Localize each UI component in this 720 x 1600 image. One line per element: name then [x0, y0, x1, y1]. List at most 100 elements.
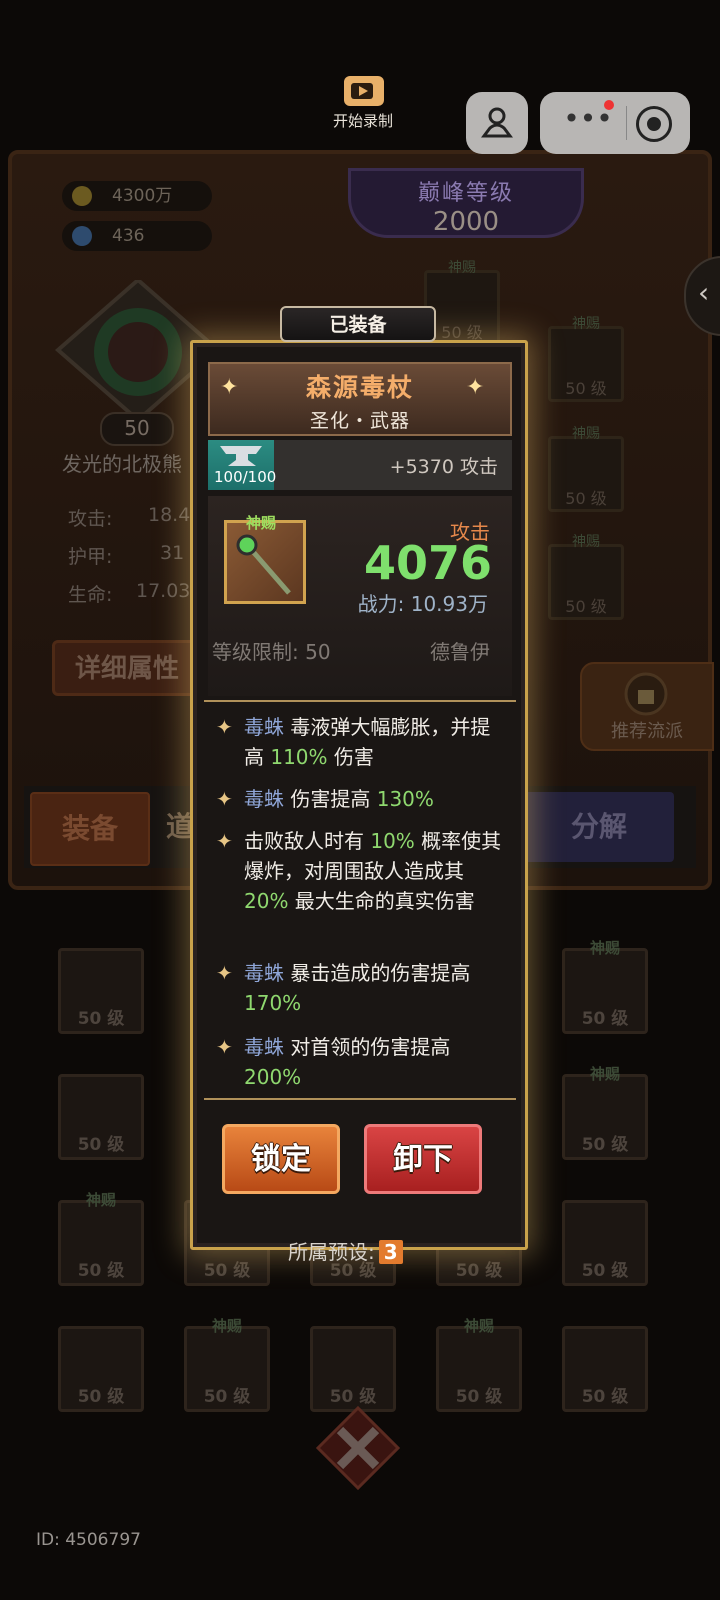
effect-text: 最大生命的真实伤害	[288, 889, 475, 913]
joystick-icon	[481, 107, 513, 138]
slot-god-tag: 神赐	[85, 1191, 116, 1209]
equip-slot[interactable]: 50 级	[562, 1200, 648, 1286]
effect-text: 伤害	[327, 745, 374, 769]
slot-level: 50 级	[581, 1387, 629, 1407]
gold-counter: 4300万	[62, 181, 212, 211]
diamond-bullet-icon: ✦	[216, 787, 233, 811]
gem-counter: 436	[62, 221, 212, 251]
close-icon[interactable]	[316, 1406, 400, 1490]
diamond-bullet-icon: ✦	[216, 715, 233, 739]
tab-equip[interactable]: 装备	[30, 792, 150, 866]
slot-level: 50 级	[77, 1009, 125, 1029]
slot-level: 50 级	[203, 1261, 251, 1281]
lock-button[interactable]: 锁定	[222, 1124, 340, 1194]
slot-god-tag: 神赐	[211, 1317, 242, 1335]
effect-keyword: 毒蛛	[244, 715, 284, 739]
equip-slot[interactable]: 50 级	[562, 1326, 648, 1412]
anvil-icon	[220, 446, 262, 466]
start-recording-label: 开始录制	[332, 112, 393, 130]
hero-name: 发光的北极熊	[62, 452, 182, 476]
gem-value: 436	[112, 226, 145, 246]
peak-level-value: 2000	[432, 207, 500, 237]
equip-slot[interactable]: 50 级	[58, 948, 144, 1034]
effect-keyword: 毒蛛	[244, 1035, 284, 1059]
peak-level-title: 巅峰等级	[417, 181, 514, 206]
equip-slot[interactable]: 神赐 50 级	[436, 1317, 522, 1412]
slot-level: 50 级	[77, 1135, 125, 1155]
preset-label: 所属预设:	[288, 1240, 375, 1264]
user-id: ID: 4506797	[36, 1530, 141, 1550]
effect-text: 暴击造成的伤害提高	[284, 961, 471, 985]
slot-level: 50 级	[455, 1387, 503, 1407]
equip-slot[interactable]: 50 级	[58, 1326, 144, 1412]
slot-level: 50 级	[565, 489, 607, 508]
effect-line: ✦ 毒蛛 毒液弹大幅膨胀，并提高 110% 伤害	[216, 712, 506, 772]
recommend-build-button[interactable]: 推荐流派	[580, 662, 714, 751]
poison-staff-icon	[236, 534, 291, 595]
equip-slot[interactable]: 50 级	[310, 1326, 396, 1412]
stat-hp-value: 17.03	[136, 580, 191, 602]
chevron-left-icon: ‹	[698, 276, 710, 309]
enhance-attack-bonus: +5370 攻击	[389, 456, 498, 478]
stat-attack-value: 18.4	[148, 504, 191, 526]
slot-god-tag: 神赐	[448, 260, 476, 276]
effect-value: 20%	[244, 889, 289, 913]
effect-value: 130%	[376, 787, 434, 811]
slot-level: 50 级	[77, 1261, 125, 1281]
stat-hp-label: 生命:	[68, 584, 113, 606]
equip-slot[interactable]: 神赐 50 级	[58, 1191, 144, 1286]
effect-value: 170%	[244, 991, 302, 1015]
equip-slot[interactable]: 50 级	[58, 1074, 144, 1160]
item-class: 德鲁伊	[430, 640, 490, 664]
gold-value: 4300万	[112, 186, 173, 206]
hero-level-badge: 50	[100, 412, 174, 446]
peak-level-banner[interactable]: 巅峰等级 2000	[348, 168, 584, 238]
slot-god-tag: 神赐	[572, 426, 600, 442]
slot-level: 50 级	[203, 1387, 251, 1407]
equip-slot[interactable]: 神赐 50 级	[548, 316, 624, 402]
video-camera-icon	[344, 76, 384, 106]
slot-level: 50 级	[581, 1009, 629, 1029]
effect-text: 伤害提高	[284, 787, 377, 811]
capsule-menu: •••	[540, 92, 690, 154]
combat-power: 战力: 10.93万	[357, 592, 488, 616]
effect-line: ✦ 毒蛛 暴击造成的伤害提高 170%	[216, 958, 506, 1018]
slot-god-tag: 神赐	[572, 316, 600, 332]
joystick-button[interactable]	[466, 92, 528, 154]
stat-armor-label: 护甲:	[68, 546, 113, 568]
equip-slot[interactable]: 神赐 50 级	[184, 1317, 270, 1412]
equip-slot[interactable]: 神赐 50 级	[548, 534, 624, 620]
effect-line: ✦ 毒蛛 对首领的伤害提高 200%	[216, 1032, 506, 1092]
section-divider	[204, 700, 516, 708]
tab-decompose[interactable]: 分解	[524, 792, 674, 862]
notification-dot-icon	[604, 100, 614, 110]
effect-text: 击败敌人时有	[244, 829, 371, 853]
stat-armor-value: 31	[160, 542, 185, 564]
slot-level: 50 级	[565, 597, 607, 616]
effect-value: 110%	[270, 745, 328, 769]
section-divider	[204, 1098, 516, 1106]
sparkle-icon: ✦	[220, 375, 239, 400]
equip-slot[interactable]: 神赐 50 级	[562, 1065, 648, 1160]
thumbs-up-icon	[624, 672, 668, 716]
effect-keyword: 毒蛛	[244, 787, 284, 811]
slot-level: 50 级	[77, 1387, 125, 1407]
effect-value: 200%	[244, 1065, 302, 1089]
equipped-tag: 已装备	[280, 306, 436, 342]
close-miniprogram-icon[interactable]	[636, 106, 672, 142]
equip-slot[interactable]: 神赐 50 级	[562, 939, 648, 1034]
effect-line: ✦ 毒蛛 伤害提高 130%	[216, 784, 506, 814]
detail-attributes-button[interactable]: 详细属性	[52, 640, 202, 696]
slot-level: 50 级	[581, 1135, 629, 1155]
slot-level: 50 级	[455, 1261, 503, 1281]
stat-attack-label: 攻击:	[68, 508, 113, 530]
slot-god-tag: 神赐	[589, 1065, 620, 1083]
gem-icon	[72, 226, 92, 246]
item-god-tag: 神赐	[246, 514, 277, 532]
gold-coin-icon	[72, 186, 92, 206]
item-subtitle: 圣化・武器	[309, 410, 410, 432]
sparkle-icon: ✦	[466, 375, 485, 400]
start-recording-button[interactable]: 开始录制	[318, 72, 408, 132]
equip-slot[interactable]: 神赐 50 级	[548, 426, 624, 512]
unequip-button[interactable]: 卸下	[364, 1124, 482, 1194]
